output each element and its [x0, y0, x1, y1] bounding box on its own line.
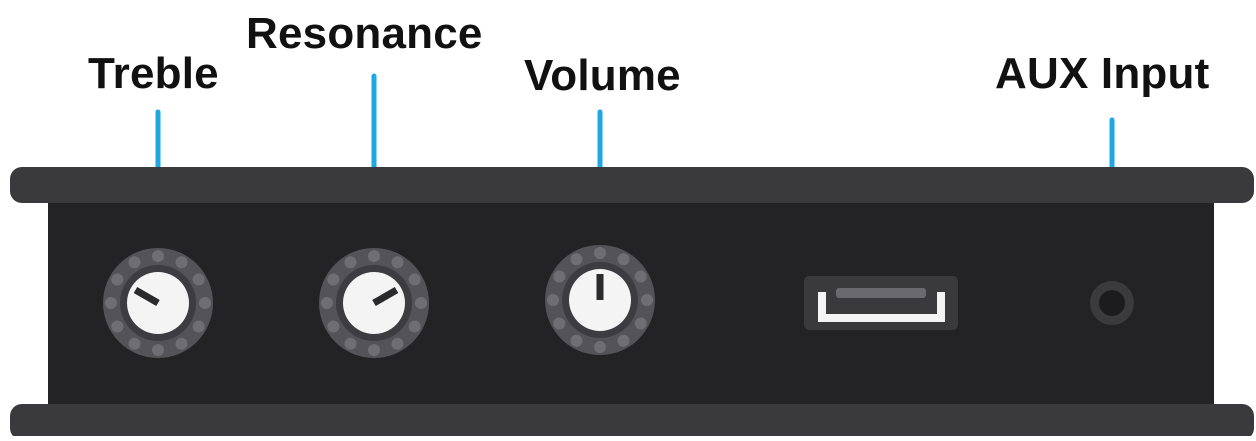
resonance-knob-tooth: [327, 320, 340, 333]
treble-knob-tooth: [192, 273, 205, 286]
treble-knob-tooth: [128, 337, 141, 350]
resonance-knob-tooth: [321, 297, 333, 309]
volume-knob-tooth: [553, 317, 566, 330]
volume-knob-tooth: [634, 317, 647, 330]
volume-knob-tooth: [570, 253, 583, 266]
top-rail: [10, 167, 1254, 203]
volume-knob-tooth: [617, 334, 630, 347]
volume-knob-tooth: [594, 341, 606, 353]
volume-knob[interactable]: [545, 245, 655, 355]
treble-knob-tooth: [199, 297, 211, 309]
treble-knob-tooth: [105, 297, 117, 309]
volume-knob-tooth: [634, 270, 647, 283]
resonance-knob-tooth: [391, 337, 404, 350]
volume-knob-tooth: [641, 294, 653, 306]
resonance-knob-tooth: [368, 344, 380, 356]
treble-knob[interactable]: [103, 248, 213, 358]
aux-input-label: AUX Input: [995, 49, 1210, 98]
resonance-knob-tooth: [408, 273, 421, 286]
treble-knob-tooth: [175, 256, 188, 269]
treble-knob-tooth: [111, 273, 124, 286]
volume-label: Volume: [524, 51, 681, 100]
volume-knob-tooth: [553, 270, 566, 283]
treble-knob-tooth: [192, 320, 205, 333]
resonance-knob-tooth: [391, 256, 404, 269]
device-diagram: Treble Resonance Volume AUX Input: [0, 0, 1256, 440]
bottom-rail: [10, 404, 1254, 440]
usb-port-icon[interactable]: [804, 276, 958, 330]
resonance-label: Resonance: [246, 9, 483, 58]
volume-knob-tooth: [570, 334, 583, 347]
resonance-knob-tooth: [344, 337, 357, 350]
resonance-knob-tooth: [368, 250, 380, 262]
treble-label: Treble: [88, 49, 219, 98]
volume-knob-tooth: [617, 253, 630, 266]
treble-knob-tooth: [152, 250, 164, 262]
treble-knob-tooth: [175, 337, 188, 350]
resonance-knob-tooth: [327, 273, 340, 286]
treble-knob-tooth: [128, 256, 141, 269]
resonance-knob-tooth: [344, 256, 357, 269]
treble-knob-tooth: [111, 320, 124, 333]
resonance-knob[interactable]: [319, 248, 429, 358]
volume-knob-tooth: [547, 294, 559, 306]
resonance-knob-tooth: [415, 297, 427, 309]
aux-jack-icon[interactable]: [1090, 281, 1134, 325]
volume-knob-tooth: [594, 247, 606, 259]
resonance-knob-tooth: [408, 320, 421, 333]
treble-knob-tooth: [152, 344, 164, 356]
